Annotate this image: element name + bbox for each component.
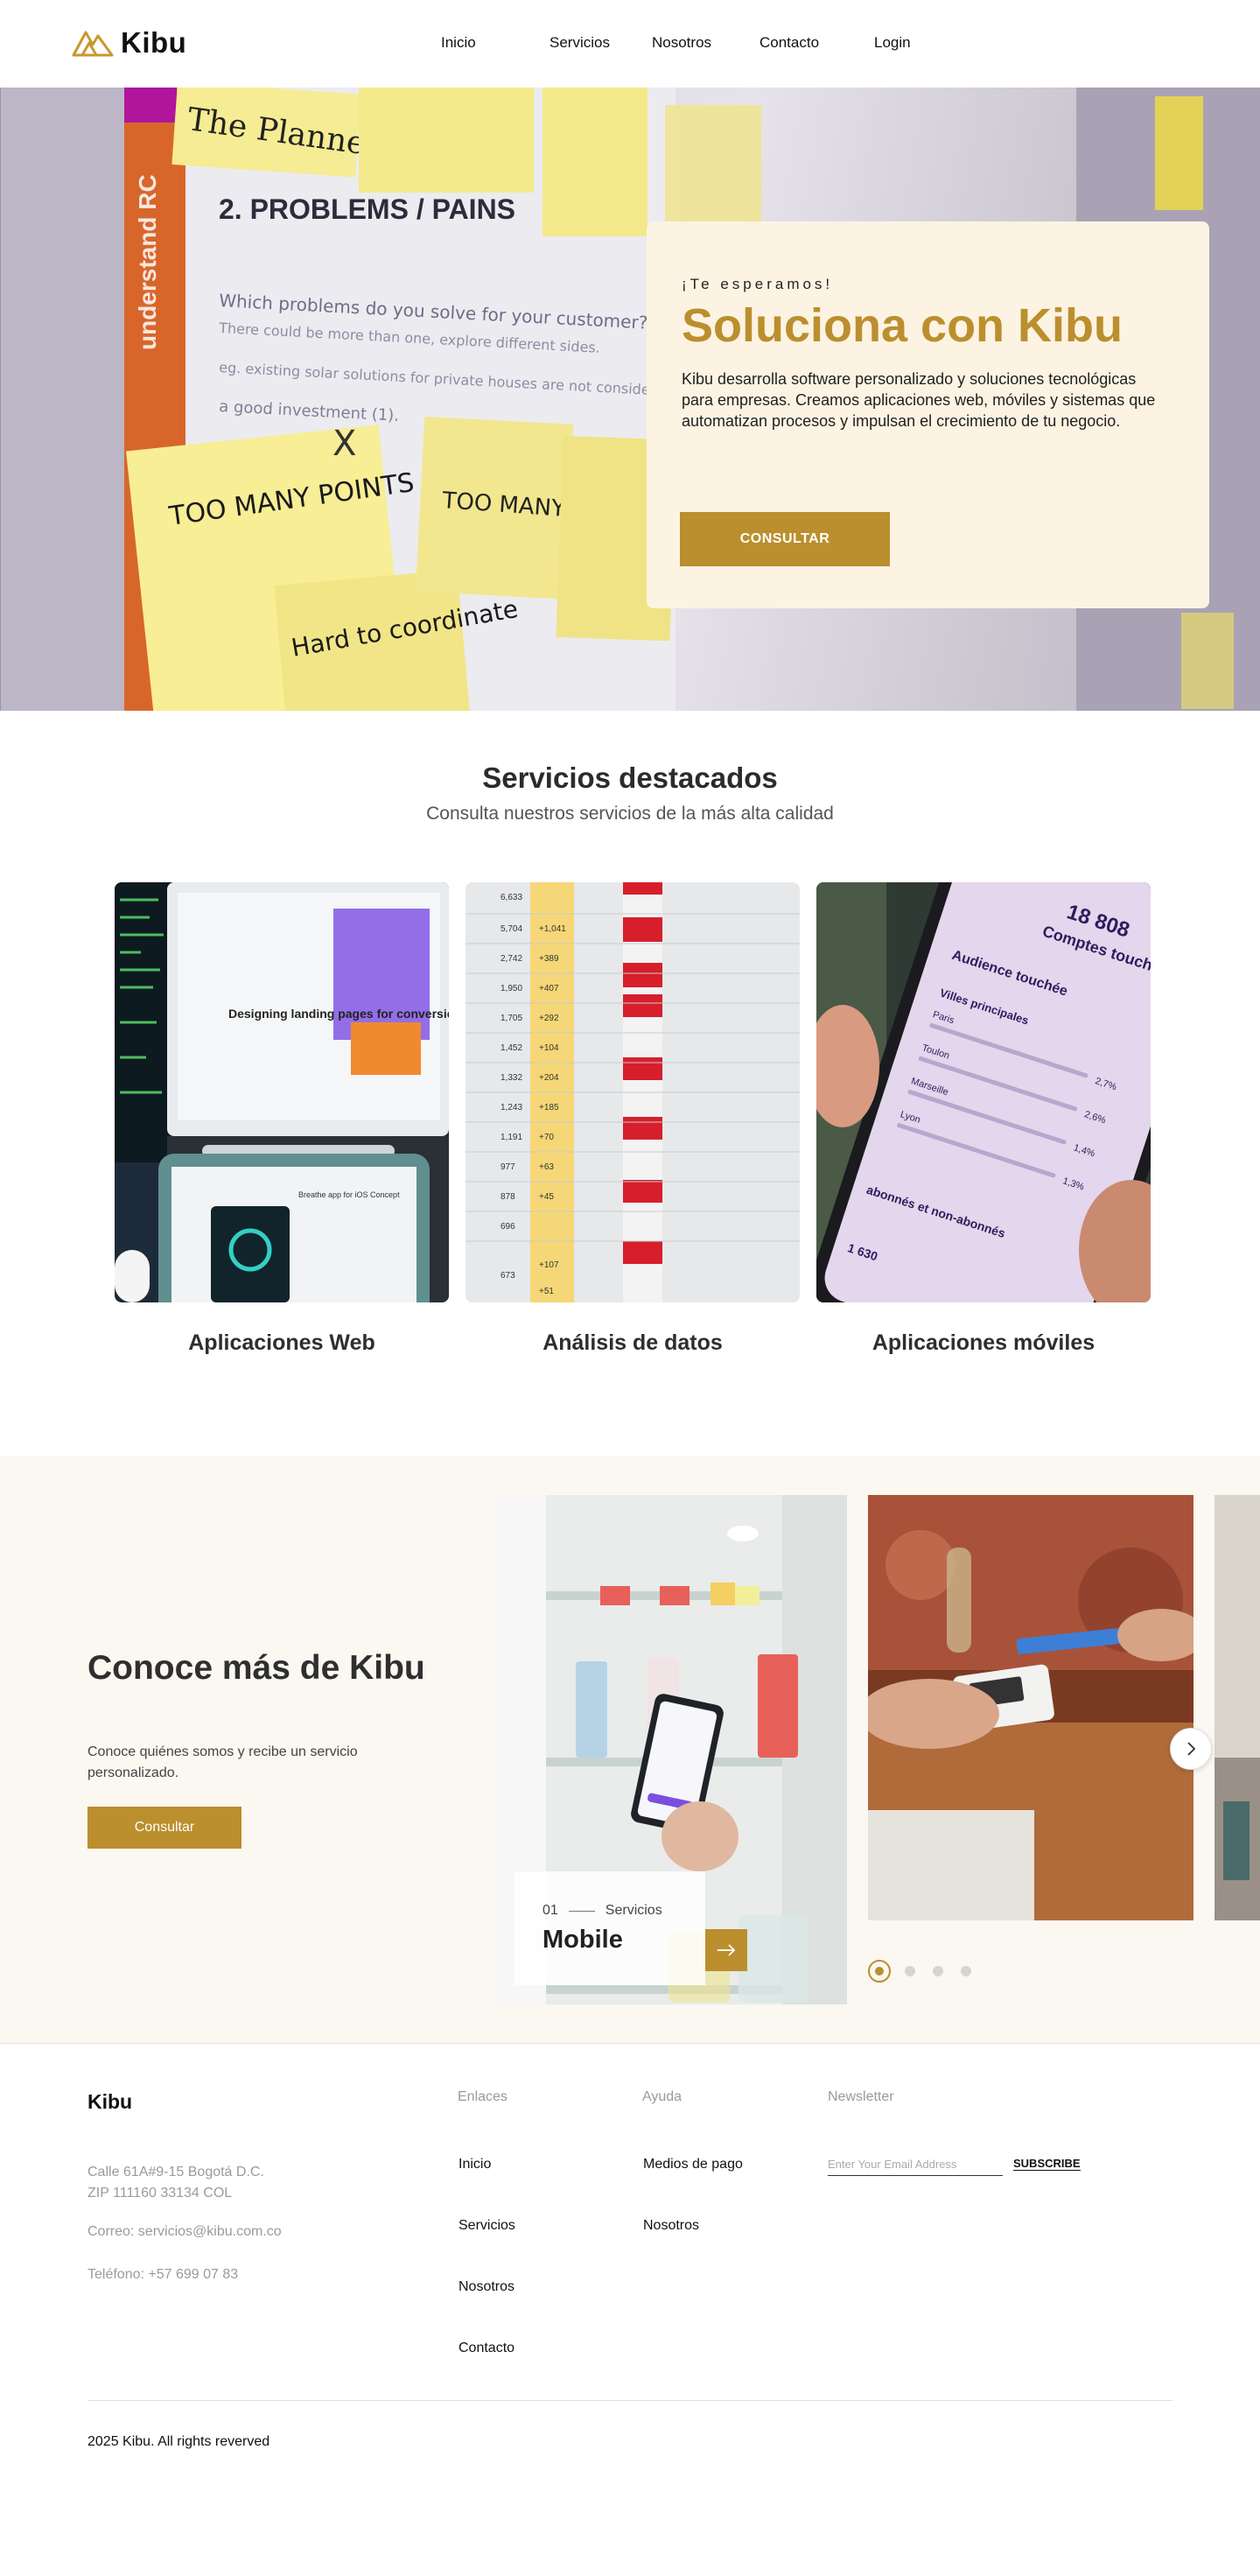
slide-partial-image [1214,1495,1260,1920]
slide-caption-meta: 01 Servicios [542,1903,662,1919]
service-label-data: Análisis de datos [542,1330,723,1355]
data-cell-9: 1,191 [500,1133,522,1142]
newsletter-email-input[interactable] [828,2153,1003,2176]
service-card-web[interactable]: Designing landing pages for conversion B… [115,882,449,1302]
carousel-dot-2[interactable] [905,1966,915,1976]
hero-card: ¡Te esperamos! Soluciona con Kibu Kibu d… [647,221,1209,608]
about-consultar-button[interactable]: Consultar [88,1807,242,1849]
data-cell-16: +407 [539,984,559,993]
data-cell-2: 5,704 [500,924,522,934]
web-image-headline: Designing landing pages for conversion [228,1007,449,1021]
copyright-text: 2025 Kibu. All rights reverved [88,2434,270,2449]
data-cell-18: +104 [539,1043,559,1053]
brand-logo[interactable]: Kibu [72,26,186,60]
footer-link-servicios[interactable]: Servicios [458,2218,515,2234]
note-problems: 2. PROBLEMS / PAINS [219,193,515,225]
data-cell-22: +63 [539,1162,554,1172]
data-cell-13: 673 [500,1271,515,1281]
carousel-next-button[interactable] [1170,1728,1212,1770]
slide-title: Mobile [542,1926,623,1954]
data-cell-21: +70 [539,1133,554,1142]
consultar-button[interactable]: CONSULTAR [680,512,890,566]
nav-link-servicios[interactable]: Servicios [550,34,610,52]
service-label-mobile: Aplicaciones móviles [872,1330,1096,1355]
footer-newsletter-heading: Newsletter [828,2089,894,2104]
web-apps-image: Designing landing pages for conversion B… [115,882,449,1302]
data-cell-12: 696 [500,1222,515,1232]
kibu-logo-icon [72,31,114,57]
data-cell-17: +292 [539,1014,559,1023]
service-card-data[interactable]: 6,633 5,704 2,742 1,950 1,705 1,452 1,33… [466,882,800,1302]
slide-index: 01 [542,1903,558,1918]
note-x-mark: X [332,424,356,464]
hero-eyebrow: ¡Te esperamos! [682,276,834,292]
footer-link-nosotros-help[interactable]: Nosotros [643,2218,699,2234]
brand-name: Kibu [121,26,187,59]
footer-address-line-1: Calle 61A#9-15 Bogotá D.C. [88,2165,264,2179]
data-cell-3: 2,742 [500,954,522,964]
data-cell-15: +389 [539,954,559,964]
slide-partial[interactable] [1214,1495,1260,1920]
data-cell-24: +107 [539,1260,559,1270]
slide-open-button[interactable] [705,1929,747,1971]
hero-section: understand RC The Planner 2. PROBLEMS / … [0,88,1260,711]
slide-payments[interactable] [868,1495,1194,1920]
nav-link-nosotros[interactable]: Nosotros [652,34,711,52]
hero-description: Kibu desarrolla software personalizado y… [682,370,1156,430]
slide-category: Servicios [605,1903,662,1918]
footer-link-inicio[interactable]: Inicio [458,2157,491,2172]
nav-link-login[interactable]: Login [874,34,911,52]
top-nav: Kibu Inicio Servicios Nosotros Contacto … [0,0,1260,88]
data-analysis-image: 6,633 5,704 2,742 1,950 1,705 1,452 1,33… [466,882,800,1302]
slide-mobile[interactable]: 01 Servicios Mobile [494,1495,847,2004]
slide-payments-image [868,1495,1194,1920]
footer-link-contacto[interactable]: Contacto [458,2341,514,2356]
mobile-apps-image: 18 808 Comptes touchés Audience touchée … [816,882,1151,1302]
services-title: Servicios destacados [482,762,778,794]
data-cell-19: +204 [539,1073,559,1083]
data-cell-6: 1,452 [500,1043,522,1053]
data-cell-10: 977 [500,1162,515,1172]
data-cell-25: +51 [539,1287,554,1296]
footer-links-heading: Enlaces [458,2089,508,2104]
hero-title: Soluciona con Kibu [682,299,1124,352]
hero-side-text: understand RC [134,174,161,350]
footer-phone: Teléfono: +57 699 07 83 [88,2267,239,2282]
footer-link-medios-de-pago[interactable]: Medios de pago [643,2157,743,2172]
data-cell-5: 1,705 [500,1014,522,1023]
footer-divider-top [0,2043,1260,2044]
web-image-tablet-title: Breathe app for iOS Concept [298,1190,400,1199]
footer-address-line-2: ZIP 111160 33134 COL [88,2186,233,2200]
nav-link-inicio[interactable]: Inicio [441,34,476,52]
arrow-right-icon [718,1944,736,1956]
footer-address: Calle 61A#9-15 Bogotá D.C. ZIP 111160 33… [88,2162,264,2204]
data-cell-8: 1,243 [500,1103,522,1113]
about-title: Conoce más de Kibu [88,1649,425,1687]
service-label-web: Aplicaciones Web [188,1330,375,1355]
carousel-dot-1[interactable] [868,1960,891,1983]
data-cell-4: 1,950 [500,984,522,993]
data-cell-23: +45 [539,1192,554,1202]
carousel-dot-4[interactable] [961,1966,971,1976]
nav-link-contacto[interactable]: Contacto [760,34,819,52]
footer-divider-bottom [88,2400,1172,2401]
footer-link-nosotros[interactable]: Nosotros [458,2279,514,2295]
about-description: Conoce quiénes somos y recibe un servici… [88,1744,358,1780]
service-card-mobile[interactable]: 18 808 Comptes touchés Audience touchée … [816,882,1151,1302]
carousel-dot-3[interactable] [933,1966,943,1976]
footer-help-heading: Ayuda [642,2089,682,2104]
data-cell-20: +185 [539,1103,559,1113]
data-cell-7: 1,332 [500,1073,522,1083]
data-cell-14: +1,041 [539,924,566,934]
about-section: Conoce más de Kibu Conoce quiénes somos … [0,1456,1260,2043]
data-cell-1: 6,633 [500,893,522,902]
footer-brand: Kibu [88,2090,133,2113]
data-cell-11: 878 [500,1192,515,1202]
services-subtitle: Consulta nuestros servicios de la más al… [426,804,834,824]
slide-caption: 01 Servicios Mobile [514,1871,705,1985]
subscribe-button[interactable]: SUBSCRIBE [1013,2157,1081,2171]
chevron-right-icon [1187,1742,1196,1756]
slide-divider [568,1910,595,1912]
footer-email: Correo: servicios@kibu.com.co [88,2224,282,2239]
